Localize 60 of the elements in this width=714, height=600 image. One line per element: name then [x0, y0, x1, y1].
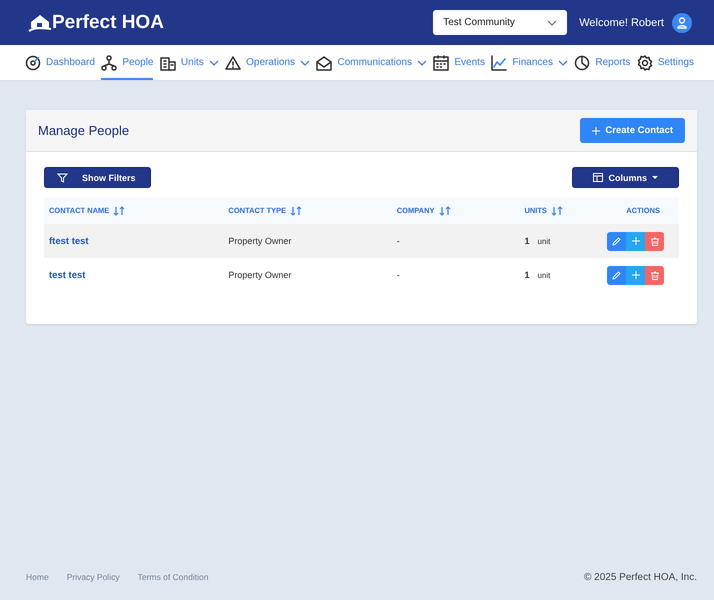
table-row[interactable]: ftest test Property Owner - 1 unit	[44, 224, 679, 258]
nav-tab[interactable]: Units	[160, 45, 219, 80]
footer-link[interactable]: Home	[26, 572, 49, 582]
building-icon	[160, 54, 176, 70]
contact-name-link[interactable]: ftest test	[49, 236, 89, 246]
welcome-text: Welcome! Robert	[579, 16, 664, 28]
edit-button[interactable]	[607, 266, 626, 284]
nav-tab[interactable]: Finances	[491, 45, 568, 80]
plus-icon	[632, 237, 640, 245]
add-button[interactable]	[626, 232, 645, 250]
user-avatar-icon[interactable]	[672, 12, 692, 32]
company-text: -	[396, 236, 400, 246]
chevron-down-icon	[547, 20, 558, 26]
company-text: -	[396, 270, 400, 280]
create-contact-button[interactable]: Create Contact	[580, 118, 685, 143]
delete-button[interactable]	[645, 232, 664, 250]
add-button[interactable]	[626, 266, 645, 284]
nav-tab[interactable]: Dashboard	[25, 45, 95, 80]
table-row[interactable]: test test Property Owner - 1 unit	[44, 258, 679, 292]
envelope-icon	[316, 54, 332, 70]
nav-tab[interactable]: Events	[433, 45, 485, 80]
plus-icon	[592, 126, 600, 134]
community-select[interactable]: Test Community	[433, 10, 568, 35]
unit-label-text: unit	[537, 237, 550, 246]
nav-tab[interactable]: Reports	[574, 45, 630, 80]
table-icon	[593, 173, 604, 182]
warning-icon	[225, 54, 242, 70]
footer-link[interactable]: Terms of Condition	[138, 572, 208, 582]
line-chart-icon	[491, 54, 508, 70]
pencil-icon	[612, 236, 621, 246]
show-filters-button[interactable]: Show Filters	[44, 167, 151, 188]
footer-link[interactable]: Privacy Policy	[66, 572, 120, 582]
pencil-icon	[612, 270, 621, 280]
unit-count-text: 1	[524, 236, 530, 246]
unit-count-text: 1	[524, 270, 530, 280]
delete-button[interactable]	[645, 266, 664, 284]
pie-chart-icon	[574, 54, 590, 70]
caret-icon	[652, 176, 658, 180]
contact-name-link[interactable]: test test	[49, 270, 86, 280]
logo-text: Perfect HOA	[52, 12, 164, 34]
page-title: Manage People	[38, 123, 130, 138]
trash-icon	[650, 270, 658, 280]
nav-tab[interactable]: People	[101, 45, 154, 80]
contact-type-text: Property Owner	[228, 236, 292, 246]
settings-icon	[636, 54, 653, 70]
gauge-icon	[25, 54, 41, 70]
filter-icon	[57, 172, 68, 182]
trash-icon	[650, 236, 658, 246]
plus-icon	[632, 271, 640, 279]
unit-label-text: unit	[537, 271, 550, 280]
contact-type-text: Property Owner	[228, 270, 292, 280]
nav-tab[interactable]: Communications	[316, 45, 427, 80]
nav-tab[interactable]: Settings	[636, 45, 694, 80]
columns-button[interactable]: Columns	[572, 167, 679, 188]
house-logo-icon	[28, 12, 52, 32]
calendar-icon	[433, 54, 450, 70]
nav-tab[interactable]: Operations	[225, 45, 310, 80]
people-network-icon	[101, 54, 118, 70]
edit-button[interactable]	[607, 232, 626, 250]
copyright-text: © 2025 Perfect HOA, Inc.	[584, 572, 697, 582]
